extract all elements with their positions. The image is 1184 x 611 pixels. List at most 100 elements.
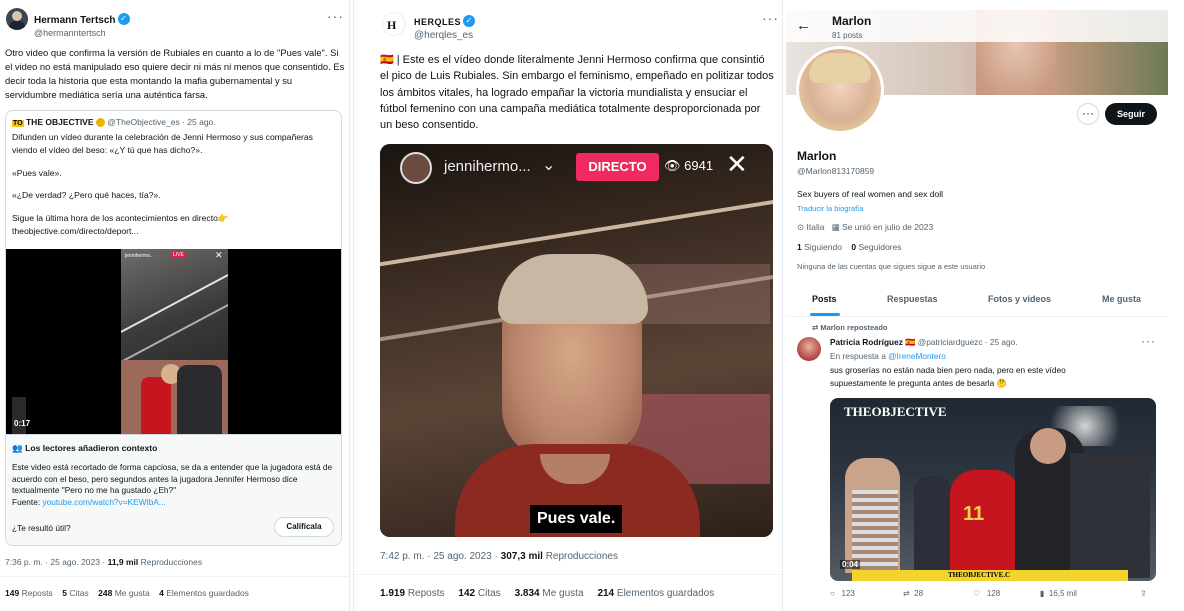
post-text: sus groserías no están nada bien pero na…	[830, 365, 1066, 388]
quote-text: «¿De verdad? ¿Pero qué haces, tía?».	[12, 190, 161, 201]
author-name[interactable]: HERQLES	[414, 17, 461, 27]
quote-link[interactable]: theobjective.com/directo/deport...	[12, 225, 334, 238]
post-more-options-icon[interactable]: ···	[1141, 334, 1156, 348]
media-brand-logo: THEOBJECTIVE	[844, 404, 947, 419]
helpful-question: ¿Te resultó útil?	[12, 523, 71, 533]
tab-replies[interactable]: Respuestas	[887, 294, 938, 304]
quote-author-handle: @TheObjective_es	[107, 117, 180, 127]
profile-avatar[interactable]	[796, 46, 884, 134]
tweet-video[interactable]: jennihermo... ⌄ DIRECTO 👁 6941 ✕ Pues va…	[380, 144, 773, 537]
author-handle[interactable]: @herqles_es	[414, 30, 475, 41]
location-icon: ⊙	[797, 222, 805, 232]
followers-count[interactable]: 0 Seguidores	[851, 242, 901, 252]
reposts-stat[interactable]: 149 Reposts	[5, 588, 53, 598]
views-action[interactable]: ▮ 16,5 mil	[1040, 589, 1077, 598]
live-user-avatar	[400, 152, 432, 184]
more-options-icon[interactable]: ···	[1077, 103, 1099, 125]
publisher-logo-icon: TO	[12, 120, 24, 127]
share-icon[interactable]: ⇪	[1140, 589, 1147, 598]
viewer-count: 6941	[684, 158, 714, 173]
more-options-icon[interactable]: ···	[327, 8, 344, 24]
bookmarks-stat[interactable]: 4 Elementos guardados	[159, 588, 249, 598]
views-label: Reproducciones	[140, 557, 203, 567]
views-count: 11,9 mil	[107, 557, 139, 567]
tab-likes[interactable]: Me gusta	[1102, 294, 1141, 304]
people-icon: 👥	[12, 443, 23, 453]
quotes-stat[interactable]: 5 Citas	[62, 588, 88, 598]
author-avatar[interactable]	[6, 8, 28, 30]
context-source-label: Fuente:	[12, 496, 41, 507]
community-notes: 👥 Los lectores añadieron contexto Este v…	[6, 434, 341, 545]
quote-text: Difunden un vídeo durante la celebración…	[12, 132, 313, 155]
post-video[interactable]: THEOBJECTIVE 11 0:04 THEOBJECTIVE.C	[830, 398, 1156, 581]
repost-icon: ⇄	[812, 323, 819, 332]
quote-video[interactable]: jennihermo.. LIVE ✕ 0:17	[6, 249, 341, 435]
translate-bio-link[interactable]: Traducir la biografía	[797, 204, 863, 213]
tweet-panel-hermann: Hermann Tertsch ✓ @hermanntertsch ··· Otr…	[0, 0, 350, 611]
chevron-down-icon: ⌄	[542, 157, 556, 174]
tweet-text: Otro video que confirma la versión de Ru…	[5, 47, 345, 100]
reposts-stat[interactable]: 1.919 Reposts	[380, 588, 445, 599]
live-badge: DIRECTO	[576, 153, 659, 181]
profile-handle: @Marlon813170859	[797, 166, 875, 176]
author-handle[interactable]: @hermanntertsch	[34, 28, 130, 38]
post-actions: ○ 123 ⇄ 28 ♡ 128 ▮ 16,5 mil ⇪	[830, 589, 1160, 598]
live-username: jennihermo...	[444, 158, 531, 175]
views-count: 307,3 mil	[500, 551, 543, 562]
tab-media[interactable]: Fotos y videos	[988, 294, 1051, 304]
reply-icon: ○	[830, 589, 835, 598]
followers-you-know: Ninguna de las cuentas que sigues sigue …	[797, 262, 986, 271]
follow-button[interactable]: Seguir	[1105, 103, 1157, 125]
post-author-handle[interactable]: @patriciardguezc	[918, 337, 983, 347]
profile-location: Italia	[806, 222, 825, 232]
video-caption: Pues vale.	[530, 505, 623, 533]
bookmarks-stat[interactable]: 214 Elementos guardados	[597, 588, 714, 599]
post-author-name[interactable]: Patricia Rodríguez 🇪🇸	[830, 337, 915, 347]
verified-badge-icon: ✓	[463, 14, 476, 27]
author-avatar[interactable]: H	[382, 12, 406, 36]
tab-posts[interactable]: Posts	[812, 294, 837, 304]
header-post-count: 81 posts	[832, 31, 863, 40]
profile-bio: Sex buyers of real women and sex doll	[797, 189, 943, 199]
reply-action[interactable]: ○ 123	[830, 589, 855, 598]
header-name: Marlon	[832, 14, 872, 28]
context-source-link[interactable]: youtube.com/watch?v=KEWIbA...	[42, 497, 165, 507]
post-author-avatar[interactable]	[797, 337, 821, 361]
like-action[interactable]: ♡ 128	[973, 589, 1000, 598]
tweet-timestamp[interactable]: 7:42 p. m. · 25 ago. 2023 ·	[380, 551, 498, 562]
quoted-tweet[interactable]: TO THE OBJECTIVE @TheObjective_es · 25 a…	[5, 110, 342, 546]
gold-verified-icon	[95, 118, 105, 128]
quote-text: Sigue la última hora de los acontecimien…	[12, 213, 229, 224]
repost-icon: ⇄	[903, 589, 910, 598]
views-label: Reproducciones	[545, 551, 618, 562]
close-icon: ✕	[726, 149, 748, 179]
tweet-timestamp[interactable]: 7:36 p. m. · 25 ago. 2023 ·	[5, 557, 105, 567]
post-date[interactable]: · 25 ago.	[985, 337, 1018, 347]
quotes-stat[interactable]: 142 Citas	[458, 588, 500, 599]
engagement-stats: 149 Reposts 5 Citas 248 Me gusta 4 Eleme…	[5, 588, 249, 598]
quote-text: «Pues vale».	[12, 167, 62, 178]
reply-to-link[interactable]: @IreneMontero	[888, 351, 946, 361]
media-footer-brand: THEOBJECTIVE.C	[948, 571, 1011, 579]
divider	[786, 316, 1168, 317]
divider	[354, 574, 782, 575]
likes-stat[interactable]: 3.834 Me gusta	[515, 588, 584, 599]
reply-prefix: En respuesta a	[830, 351, 886, 361]
quote-author-name: THE OBJECTIVE	[25, 117, 94, 127]
context-title: Los lectores añadieron contexto	[25, 443, 158, 453]
repost-action[interactable]: ⇄ 28	[903, 589, 923, 598]
rate-button[interactable]: Califícala	[274, 517, 334, 537]
more-options-icon[interactable]: ···	[762, 10, 779, 26]
eye-icon: 👁	[664, 158, 681, 173]
likes-stat[interactable]: 248 Me gusta	[98, 588, 150, 598]
divider	[0, 576, 349, 577]
tweet-panel-herqles: H HERQLES ✓ @herqles_es ··· 🇪🇸 | Este es …	[353, 0, 783, 611]
back-arrow-icon[interactable]: ←	[796, 17, 811, 34]
video-frame: jennihermo.. LIVE ✕	[121, 249, 228, 435]
video-duration: 0:17	[14, 419, 31, 428]
author-name[interactable]: Hermann Tertsch	[34, 15, 116, 26]
profile-name: Marlon	[797, 149, 837, 163]
engagement-stats: 1.919 Reposts 142 Citas 3.834 Me gusta 2…	[380, 588, 714, 599]
following-count[interactable]: 1 Siguiendo	[797, 242, 842, 252]
heart-icon: ♡	[973, 589, 981, 598]
